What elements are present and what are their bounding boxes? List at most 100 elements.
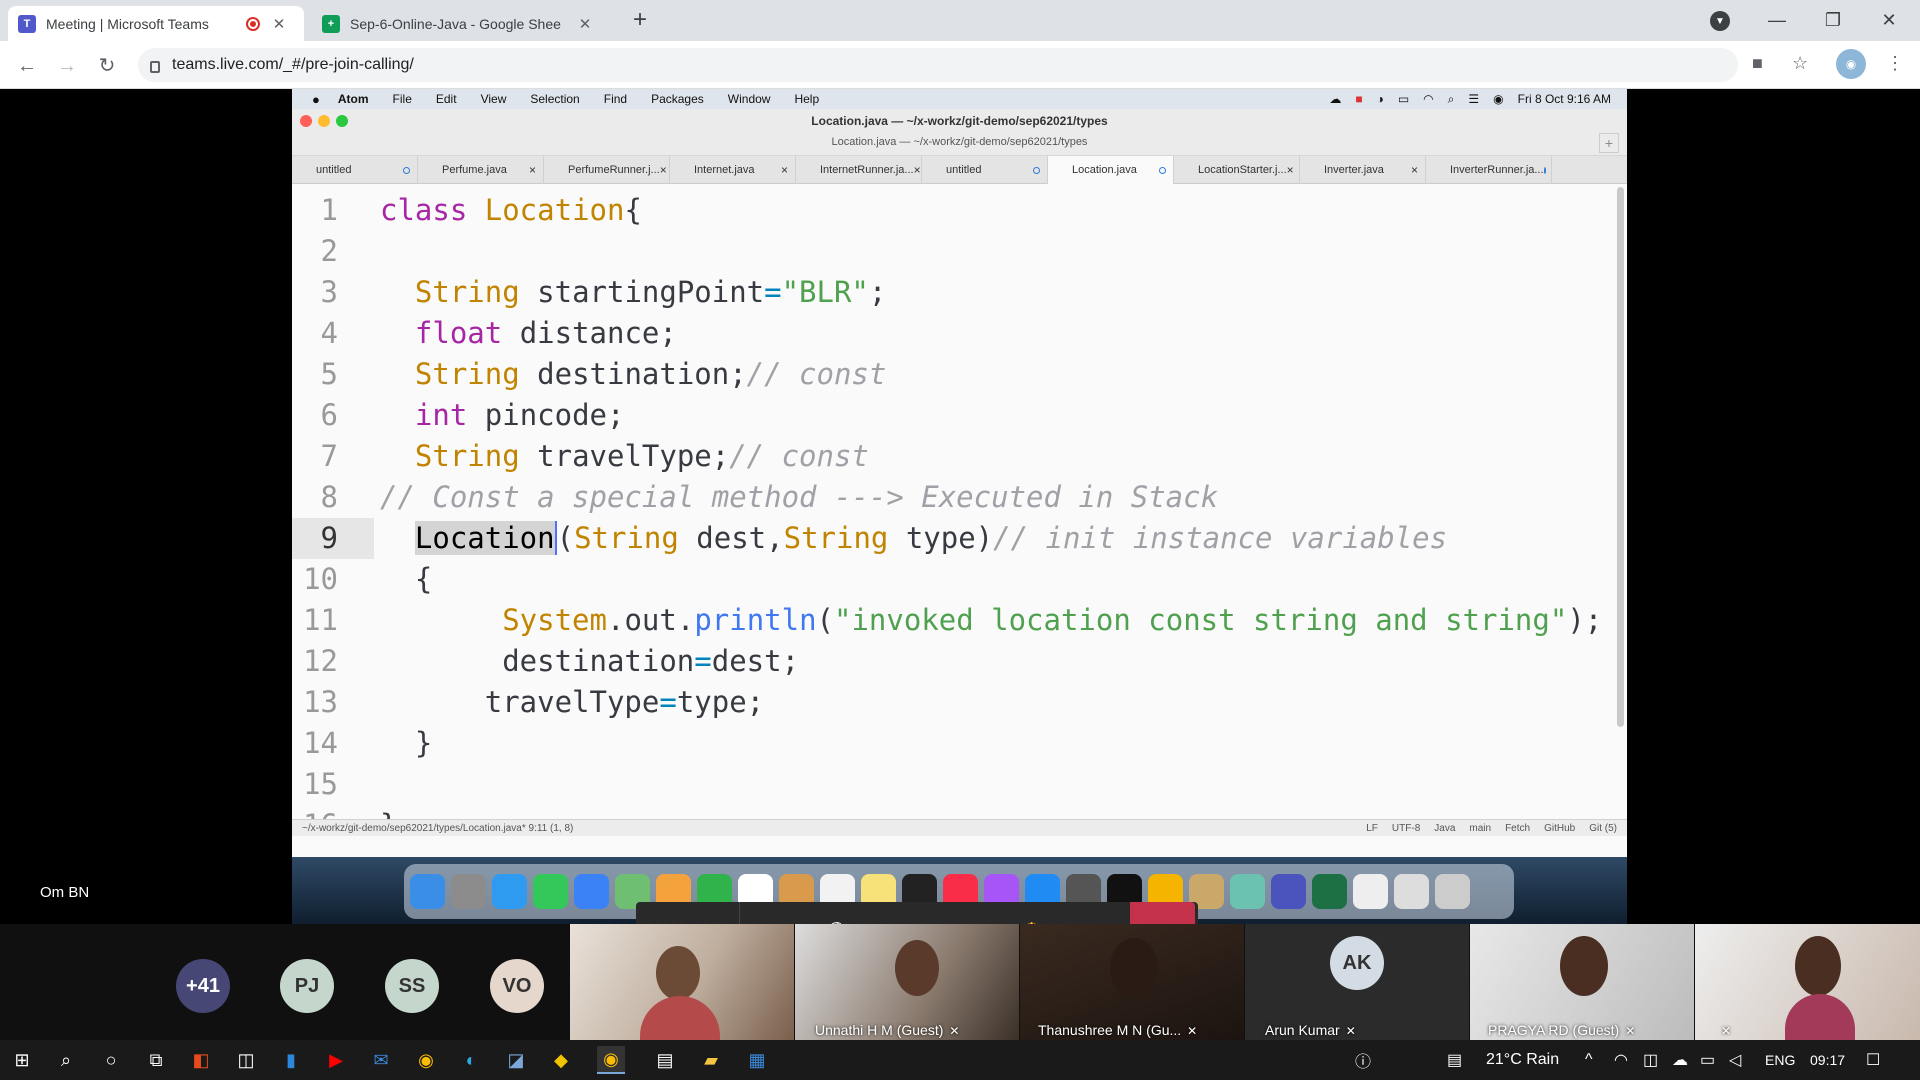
file-tab[interactable]: Location.java	[1048, 156, 1174, 184]
close-icon[interactable]: ×	[529, 163, 536, 177]
tab-search-icon[interactable]: ▼	[1710, 11, 1730, 31]
code-line[interactable]: 7 String travelType;// const	[292, 436, 1614, 477]
battery-icon[interactable]: ▭	[1700, 1040, 1715, 1080]
video-tile[interactable]: AK Arun Kumar ✕	[1245, 924, 1469, 1040]
dock-app-icon[interactable]	[451, 874, 486, 909]
profile-avatar[interactable]: ◉	[1836, 49, 1866, 79]
restore-button[interactable]: ❐	[1810, 0, 1856, 41]
file-tab[interactable]: PerfumeRunner.j... ×	[544, 156, 670, 184]
code-line[interactable]: 3 String startingPoint="BLR";	[292, 272, 1614, 313]
file-tab[interactable]: InverterRunner.ja...	[1426, 156, 1552, 184]
tab-teams-meeting[interactable]: T Meeting | Microsoft Teams ✕	[8, 6, 304, 41]
file-tab[interactable]: Perfume.java ×	[418, 156, 544, 184]
video-tile[interactable]: Unnathi H M (Guest) ✕	[795, 924, 1019, 1040]
file-tab[interactable]: untitled	[922, 156, 1048, 184]
menu-help[interactable]: Help	[794, 92, 819, 106]
network-icon[interactable]: ◠	[1614, 1040, 1628, 1080]
back-arrow-icon[interactable]: ←	[14, 53, 40, 79]
kebab-menu-icon[interactable]: ⋮	[1886, 53, 1904, 74]
onedrive-icon[interactable]: ☁	[1672, 1040, 1688, 1080]
windows-start-icon[interactable]: ⊞	[8, 1046, 36, 1074]
siri-icon[interactable]: ◉	[1493, 92, 1503, 106]
mail-icon[interactable]: ✉	[367, 1046, 395, 1074]
task-view-icon[interactable]: ⧉	[142, 1046, 170, 1074]
video-tile[interactable]	[570, 924, 794, 1040]
code-line[interactable]: 15	[292, 764, 1614, 805]
file-tab[interactable]: InternetRunner.ja... ×	[796, 156, 922, 184]
participant-avatar[interactable]: SS	[385, 959, 439, 1013]
status-file-path[interactable]: ~/x-workz/git-demo/sep62021/types/Locati…	[302, 823, 573, 834]
record-icon[interactable]: ■	[1355, 92, 1362, 106]
code-line[interactable]: 11 System.out.println("invoked location …	[292, 600, 1614, 641]
app-icon[interactable]: ▦	[743, 1046, 771, 1074]
file-tab[interactable]: Internet.java ×	[670, 156, 796, 184]
close-icon[interactable]: ×	[781, 163, 788, 177]
code-line[interactable]: 6 int pincode;	[292, 395, 1614, 436]
menu-find[interactable]: Find	[604, 92, 627, 106]
office-icon[interactable]: ◧	[187, 1046, 215, 1074]
dock-app-icon[interactable]	[1435, 874, 1470, 909]
video-tile[interactable]: ✕	[1695, 924, 1920, 1040]
cloud-icon[interactable]: ☁	[1329, 92, 1341, 106]
unsaved-dot-icon[interactable]	[403, 166, 410, 174]
menu-packages[interactable]: Packages	[651, 92, 704, 106]
dock-app-icon[interactable]	[410, 874, 445, 909]
close-icon[interactable]: ×	[660, 163, 667, 177]
weather-text[interactable]: 21°C Rain	[1486, 1040, 1559, 1080]
new-tab-button[interactable]: +	[625, 6, 655, 34]
app-icon[interactable]: ◪	[502, 1046, 530, 1074]
cortana-icon[interactable]: ○	[97, 1046, 125, 1074]
menu-atom[interactable]: Atom	[338, 92, 369, 106]
chrome-icon[interactable]: ◉	[412, 1046, 440, 1074]
reload-icon[interactable]: ↻	[94, 53, 120, 79]
wifi-icon[interactable]: ◠	[1423, 92, 1433, 106]
code-line[interactable]: 2	[292, 231, 1614, 272]
menu-view[interactable]: View	[481, 92, 507, 106]
status-fetch[interactable]: Fetch	[1505, 823, 1530, 834]
close-icon[interactable]: ×	[914, 163, 921, 177]
status-line-ending[interactable]: LF	[1366, 823, 1378, 834]
tray-chevron-icon[interactable]: ^	[1585, 1040, 1593, 1080]
video-tile[interactable]: Thanushree M N (Gu... ✕	[1020, 924, 1244, 1040]
status-branch[interactable]: main	[1469, 823, 1491, 834]
unsaved-dot-icon[interactable]	[1159, 166, 1166, 174]
code-line[interactable]: 1 class Location{	[292, 190, 1614, 231]
dock-app-icon[interactable]	[492, 874, 527, 909]
edge-icon[interactable]: ◐	[457, 1046, 485, 1074]
unsaved-dot-icon[interactable]	[1543, 166, 1546, 174]
new-tab-plus-button[interactable]: +	[1599, 133, 1619, 153]
status-git[interactable]: Git (5)	[1589, 823, 1617, 834]
file-icon[interactable]: ▮	[277, 1046, 305, 1074]
file-tab[interactable]: untitled	[292, 156, 418, 184]
chrome-icon[interactable]: ◉	[597, 1046, 625, 1074]
status-github[interactable]: GitHub	[1544, 823, 1575, 834]
menu-file[interactable]: File	[393, 92, 412, 106]
code-line[interactable]: 5 String destination;// const	[292, 354, 1614, 395]
camera-blocked-icon[interactable]: ■	[1752, 53, 1763, 74]
code-line[interactable]: 4 float distance;	[292, 313, 1614, 354]
dock-app-icon[interactable]	[1353, 874, 1388, 909]
code-line[interactable]: 8 // Const a special method ---> Executed…	[292, 477, 1614, 518]
apple-icon[interactable]: ●	[312, 92, 320, 107]
code-editor[interactable]: 1 class Location{2 3 String startingPoint=…	[292, 185, 1614, 819]
tab-google-sheets[interactable]: + Sep-6-Online-Java - Google Shee ✕	[312, 6, 608, 41]
status-grammar[interactable]: Java	[1434, 823, 1455, 834]
taskbar-clock[interactable]: 09:17	[1810, 1040, 1845, 1080]
code-line[interactable]: 10 {	[292, 559, 1614, 600]
code-line[interactable]: 9 Location(String dest,String type)// in…	[292, 518, 1614, 559]
status-encoding[interactable]: UTF-8	[1392, 823, 1420, 834]
dock-app-icon[interactable]	[533, 874, 568, 909]
close-icon[interactable]: ×	[1287, 163, 1294, 177]
participant-avatar[interactable]: VO	[490, 959, 544, 1013]
store-icon[interactable]: ◫	[232, 1046, 260, 1074]
dock-app-icon[interactable]	[1394, 874, 1429, 909]
code-line[interactable]: 14 }	[292, 723, 1614, 764]
unsaved-dot-icon[interactable]	[1033, 166, 1040, 174]
code-line[interactable]: 12 destination=dest;	[292, 641, 1614, 682]
close-tab-icon[interactable]: ✕	[270, 15, 288, 33]
weather-icon[interactable]: ▤	[1447, 1040, 1462, 1080]
youtube-icon[interactable]: ▶	[322, 1046, 350, 1074]
forward-arrow-icon[interactable]: →	[54, 53, 80, 79]
control-center-icon[interactable]: ☰	[1468, 92, 1479, 106]
overflow-participants-avatar[interactable]: +41	[176, 959, 230, 1013]
